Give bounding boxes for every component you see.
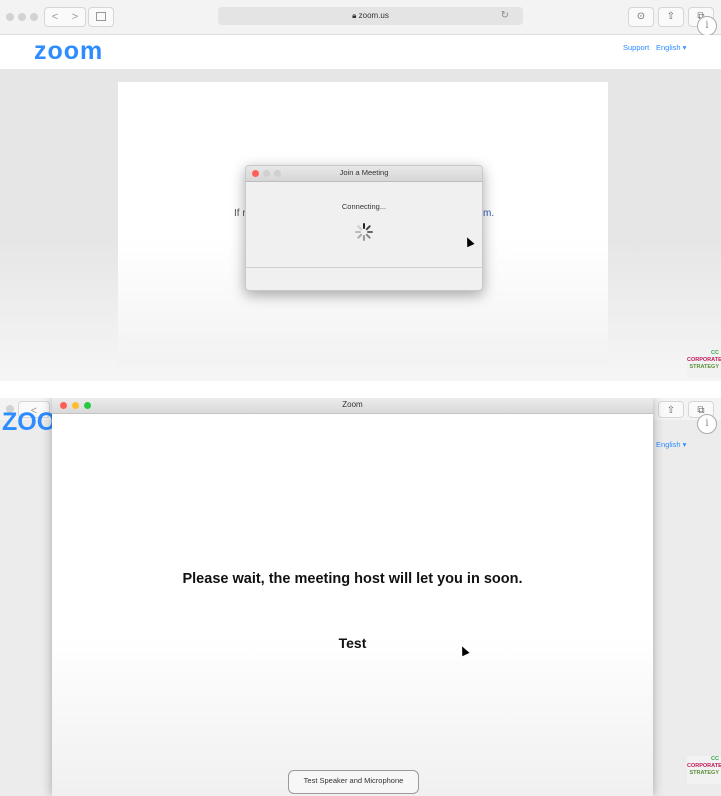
dialog-divider: [246, 267, 482, 268]
watermark-line1: CC: [711, 756, 719, 762]
downloads-button[interactable]: ⊙: [628, 7, 654, 27]
zoom-site-header: zoom Support English ▾: [0, 35, 721, 70]
meeting-name: Test: [338, 635, 367, 651]
language-dropdown[interactable]: English ▾: [656, 43, 686, 52]
zoom-window-title: Zoom: [342, 400, 363, 409]
watermark-line3: STRATEGY: [689, 364, 719, 370]
sidebar-toggle-button[interactable]: [88, 7, 114, 27]
sidebar-icon: [96, 12, 106, 21]
zoom-window-titlebar: Zoom: [52, 398, 653, 414]
reload-icon[interactable]: ↻: [501, 7, 509, 25]
zoom-logo[interactable]: zoom: [34, 37, 103, 66]
info-icon-behind[interactable]: i: [697, 414, 717, 434]
screenshot-bottom-waiting-room: < ⇧ ⧉ i ZOO English ▾ Zoom Please wait, …: [0, 398, 721, 796]
share-icon: ⇧: [666, 11, 676, 22]
forward-button[interactable]: >: [65, 8, 85, 26]
window-minimize-button[interactable]: [18, 13, 26, 21]
connecting-status: Connecting...: [341, 202, 387, 211]
window-zoom-button[interactable]: [30, 13, 38, 21]
support-link[interactable]: Support: [623, 43, 649, 52]
loading-spinner-icon: [355, 223, 373, 241]
address-text: zoom.us: [358, 11, 389, 20]
dialog-titlebar: Join a Meeting: [246, 166, 482, 182]
corporate-strategy-watermark: CC CORPORATE STRATEGY: [687, 756, 721, 784]
waiting-message: Please wait, the meeting host will let y…: [182, 571, 523, 587]
browser-toolbar: < > 🔒︎ zoom.us ↻ ⊙ ⇧ ⧉: [0, 0, 721, 35]
zoom-waiting-room-window: Zoom Please wait, the meeting host will …: [52, 398, 653, 796]
watermark-line1: CC: [711, 350, 719, 356]
history-nav: < >: [44, 7, 86, 27]
waiting-room-body: Please wait, the meeting host will let y…: [52, 414, 653, 796]
background-link-text[interactable]: m.: [483, 208, 494, 219]
info-icon[interactable]: i: [697, 16, 717, 36]
watermark-line2: CORPORATE: [687, 763, 721, 769]
language-dropdown-behind[interactable]: English ▾: [656, 440, 686, 449]
download-icon: ⊙: [636, 11, 646, 22]
window-close-button[interactable]: [6, 13, 14, 21]
share-button-behind[interactable]: ⇧: [658, 401, 684, 418]
share-icon: ⇧: [666, 405, 676, 416]
test-speaker-microphone-button[interactable]: Test Speaker and Microphone: [288, 770, 419, 794]
watermark-line3: STRATEGY: [689, 770, 719, 776]
share-button[interactable]: ⇧: [658, 7, 684, 27]
corporate-strategy-watermark: CC CORPORATE STRATEGY: [687, 350, 721, 378]
address-bar[interactable]: 🔒︎ zoom.us ↻: [218, 7, 523, 25]
join-meeting-dialog: Join a Meeting Connecting...: [245, 165, 483, 291]
back-button[interactable]: <: [45, 8, 65, 26]
zoom-logo-partial[interactable]: ZOO: [2, 408, 56, 437]
background-text-left: If r: [234, 208, 246, 219]
watermark-line2: CORPORATE: [687, 357, 721, 363]
dialog-title: Join a Meeting: [339, 168, 389, 177]
screenshot-top-connecting: < > 🔒︎ zoom.us ↻ ⊙ ⇧ ⧉ i zoom Support En…: [0, 0, 721, 381]
